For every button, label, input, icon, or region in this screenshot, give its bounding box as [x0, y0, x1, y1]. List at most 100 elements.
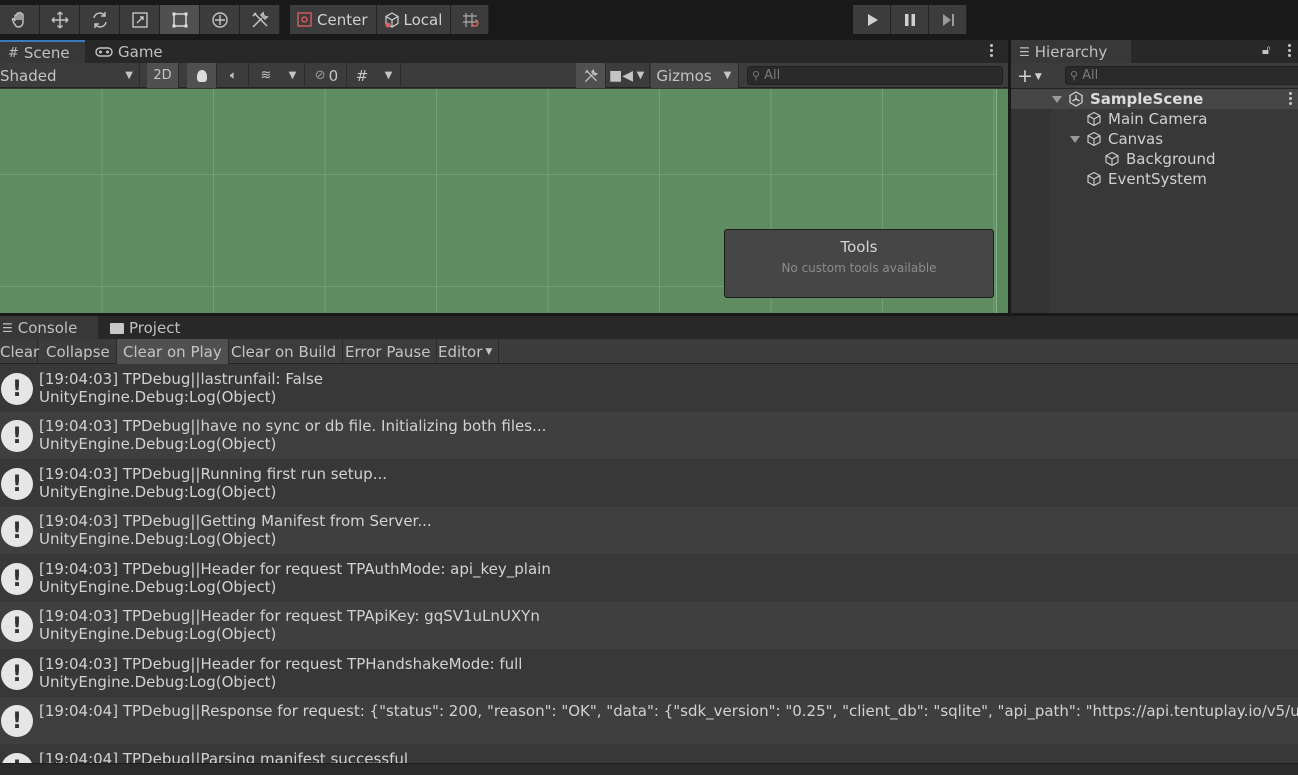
log-entry[interactable]: ! [19:04:03] TPDebug||lastrunfail: False…	[0, 365, 1298, 412]
log-stacktrace: UnityEngine.Debug:Log(Object)	[39, 435, 277, 453]
gizmos-toggle[interactable]: Gizmos	[651, 63, 717, 88]
log-message: [19:04:03] TPDebug||Header for request T…	[39, 607, 540, 625]
scene-tab-bar: # Scene Game	[0, 40, 1008, 64]
hierarchy-item-background[interactable]: Background	[1104, 149, 1216, 169]
log-stacktrace: UnityEngine.Debug:Log(Object)	[39, 483, 277, 501]
grid-icon: #	[355, 66, 369, 85]
clear-label: Clear	[0, 342, 40, 361]
hidden-objects-toggle[interactable]: ⊘ 0	[307, 63, 347, 88]
transform-tool-button[interactable]	[200, 5, 240, 34]
tools-overlay-panel[interactable]: Tools No custom tools available	[724, 229, 994, 298]
rotate-icon	[92, 11, 107, 28]
log-entry[interactable]: ! [19:04:03] TPDebug||Header for request…	[0, 650, 1298, 697]
play-button[interactable]	[853, 5, 891, 34]
chevron-down-icon: ▼	[723, 70, 732, 81]
log-entry[interactable]: ! [19:04:03] TPDebug||Getting Manifest f…	[0, 507, 1298, 554]
clear-on-build-label: Clear on Build	[231, 342, 337, 361]
hierarchy-item-main-camera[interactable]: Main Camera	[1086, 109, 1207, 129]
scale-tool-button[interactable]	[120, 5, 160, 34]
gizmos-dropdown[interactable]: ▼	[717, 63, 739, 88]
hierarchy-search-input[interactable]: ⚲ All	[1065, 66, 1298, 85]
tab-game[interactable]: Game	[87, 40, 171, 64]
console-log-list[interactable]: ! [19:04:03] TPDebug||lastrunfail: False…	[0, 365, 1298, 763]
hand-icon	[11, 11, 24, 28]
tab-console[interactable]: ☰ Console	[0, 316, 98, 340]
scene-audio-toggle[interactable]: 🔈︎	[219, 63, 249, 88]
add-object-button[interactable]: + ▼	[1017, 65, 1042, 87]
scene-effects-dropdown[interactable]: ▼	[281, 63, 305, 88]
grid-snap-button[interactable]	[451, 5, 490, 34]
grid-visibility-toggle[interactable]: #	[349, 63, 375, 88]
log-message: [19:04:03] TPDebug||Header for request T…	[39, 655, 523, 673]
grid-options-dropdown[interactable]: ▼	[377, 63, 401, 88]
move-tool-button[interactable]	[40, 5, 80, 34]
info-icon: !	[1, 563, 33, 595]
scene-search-placeholder: All	[764, 68, 781, 83]
expand-arrow-icon[interactable]	[1070, 135, 1080, 143]
log-entry[interactable]: ! [19:04:03] TPDebug||Header for request…	[0, 602, 1298, 649]
log-entry[interactable]: ! [19:04:03] TPDebug||Running first run …	[0, 460, 1298, 507]
speaker-icon: 🔈︎	[229, 68, 238, 82]
pivot-controls: Center Local	[290, 5, 490, 34]
scene-menu-icon[interactable]	[989, 44, 993, 57]
gamepad-icon	[95, 47, 113, 57]
collapse-toggle[interactable]: Collapse	[40, 339, 117, 364]
shading-mode-dropdown[interactable]: Shaded ▼	[0, 63, 140, 88]
step-button[interactable]	[929, 5, 967, 34]
search-icon: ⚲	[1070, 69, 1079, 82]
play-icon	[867, 13, 878, 26]
hierarchy-gutter	[1011, 89, 1050, 313]
local-cube-icon	[384, 11, 399, 28]
eye-slash-icon: ⊘	[314, 68, 326, 83]
log-stacktrace: UnityEngine.Debug:Log(Object)	[39, 673, 277, 691]
lock-icon[interactable]: 🔓︎	[1262, 43, 1270, 58]
scale-icon	[131, 11, 148, 28]
hierarchy-item-eventsystem[interactable]: EventSystem	[1086, 169, 1207, 189]
log-entry[interactable]: ! [19:04:03] TPDebug||have no sync or db…	[0, 412, 1298, 459]
clear-on-play-toggle[interactable]: Clear on Play	[117, 339, 229, 364]
hierarchy-menu-icon[interactable]	[1287, 44, 1291, 57]
log-entry[interactable]: ! [19:04:03] TPDebug||Header for request…	[0, 555, 1298, 602]
log-entry[interactable]: ! [19:04:04] TPDebug||Parsing manifest s…	[0, 745, 1298, 763]
scene-effects-toggle[interactable]: ≋	[251, 63, 281, 88]
clear-button[interactable]: Clear	[0, 339, 40, 364]
tab-scene-label: Scene	[23, 44, 70, 62]
scene-row-menu-icon[interactable]	[1288, 92, 1292, 105]
error-pause-toggle[interactable]: Error Pause	[339, 339, 438, 364]
move-icon	[51, 11, 68, 28]
hierarchy-item-canvas[interactable]: Canvas	[1070, 129, 1163, 149]
log-entry[interactable]: ! [19:04:04] TPDebug||Response for reque…	[0, 697, 1298, 744]
grid-snap-icon	[462, 12, 479, 27]
pivot-local-button[interactable]: Local	[376, 5, 452, 34]
scene-lighting-toggle[interactable]	[187, 63, 217, 88]
custom-tool-button[interactable]	[240, 5, 280, 34]
gameobject-cube-icon	[1087, 171, 1101, 187]
tools-overlay-title: Tools	[840, 238, 878, 256]
scene-search-input[interactable]: ⚲ All	[747, 66, 1003, 85]
hierarchy-search-placeholder: All	[1082, 68, 1099, 83]
tab-project[interactable]: Project	[102, 316, 188, 340]
log-message: [19:04:04] TPDebug||Parsing manifest suc…	[39, 750, 409, 763]
editor-target-dropdown[interactable]: Editor ▼	[432, 339, 500, 364]
camera-icon: ■◀	[609, 67, 633, 84]
rect-tool-button[interactable]	[160, 5, 200, 34]
2d-mode-toggle[interactable]: 2D	[147, 63, 179, 88]
scene-tools-toggle[interactable]	[576, 63, 606, 88]
hierarchy-tab-bar: ☰ Hierarchy 🔓︎	[1011, 40, 1298, 64]
tab-hierarchy[interactable]: ☰ Hierarchy	[1011, 40, 1131, 64]
hand-tool-button[interactable]	[0, 5, 40, 34]
camera-settings-button[interactable]: ■◀	[608, 63, 634, 88]
log-message: [19:04:03] TPDebug||Running first run se…	[39, 465, 388, 483]
pivot-icon	[297, 11, 312, 27]
expand-arrow-icon[interactable]	[1052, 95, 1062, 103]
camera-settings-dropdown[interactable]: ▼	[632, 63, 650, 88]
hierarchy-toolbar: + ▼ ⚲ All	[1011, 63, 1298, 89]
hierarchy-scene-row[interactable]: SampleScene	[1052, 89, 1298, 109]
rotate-tool-button[interactable]	[80, 5, 120, 34]
tab-scene[interactable]: # Scene	[0, 40, 85, 64]
tools-icon	[584, 68, 598, 82]
pause-button[interactable]	[891, 5, 929, 34]
pivot-center-button[interactable]: Center	[290, 5, 377, 34]
hidden-objects-count: 0	[328, 66, 339, 85]
clear-on-build-toggle[interactable]: Clear on Build	[225, 339, 344, 364]
